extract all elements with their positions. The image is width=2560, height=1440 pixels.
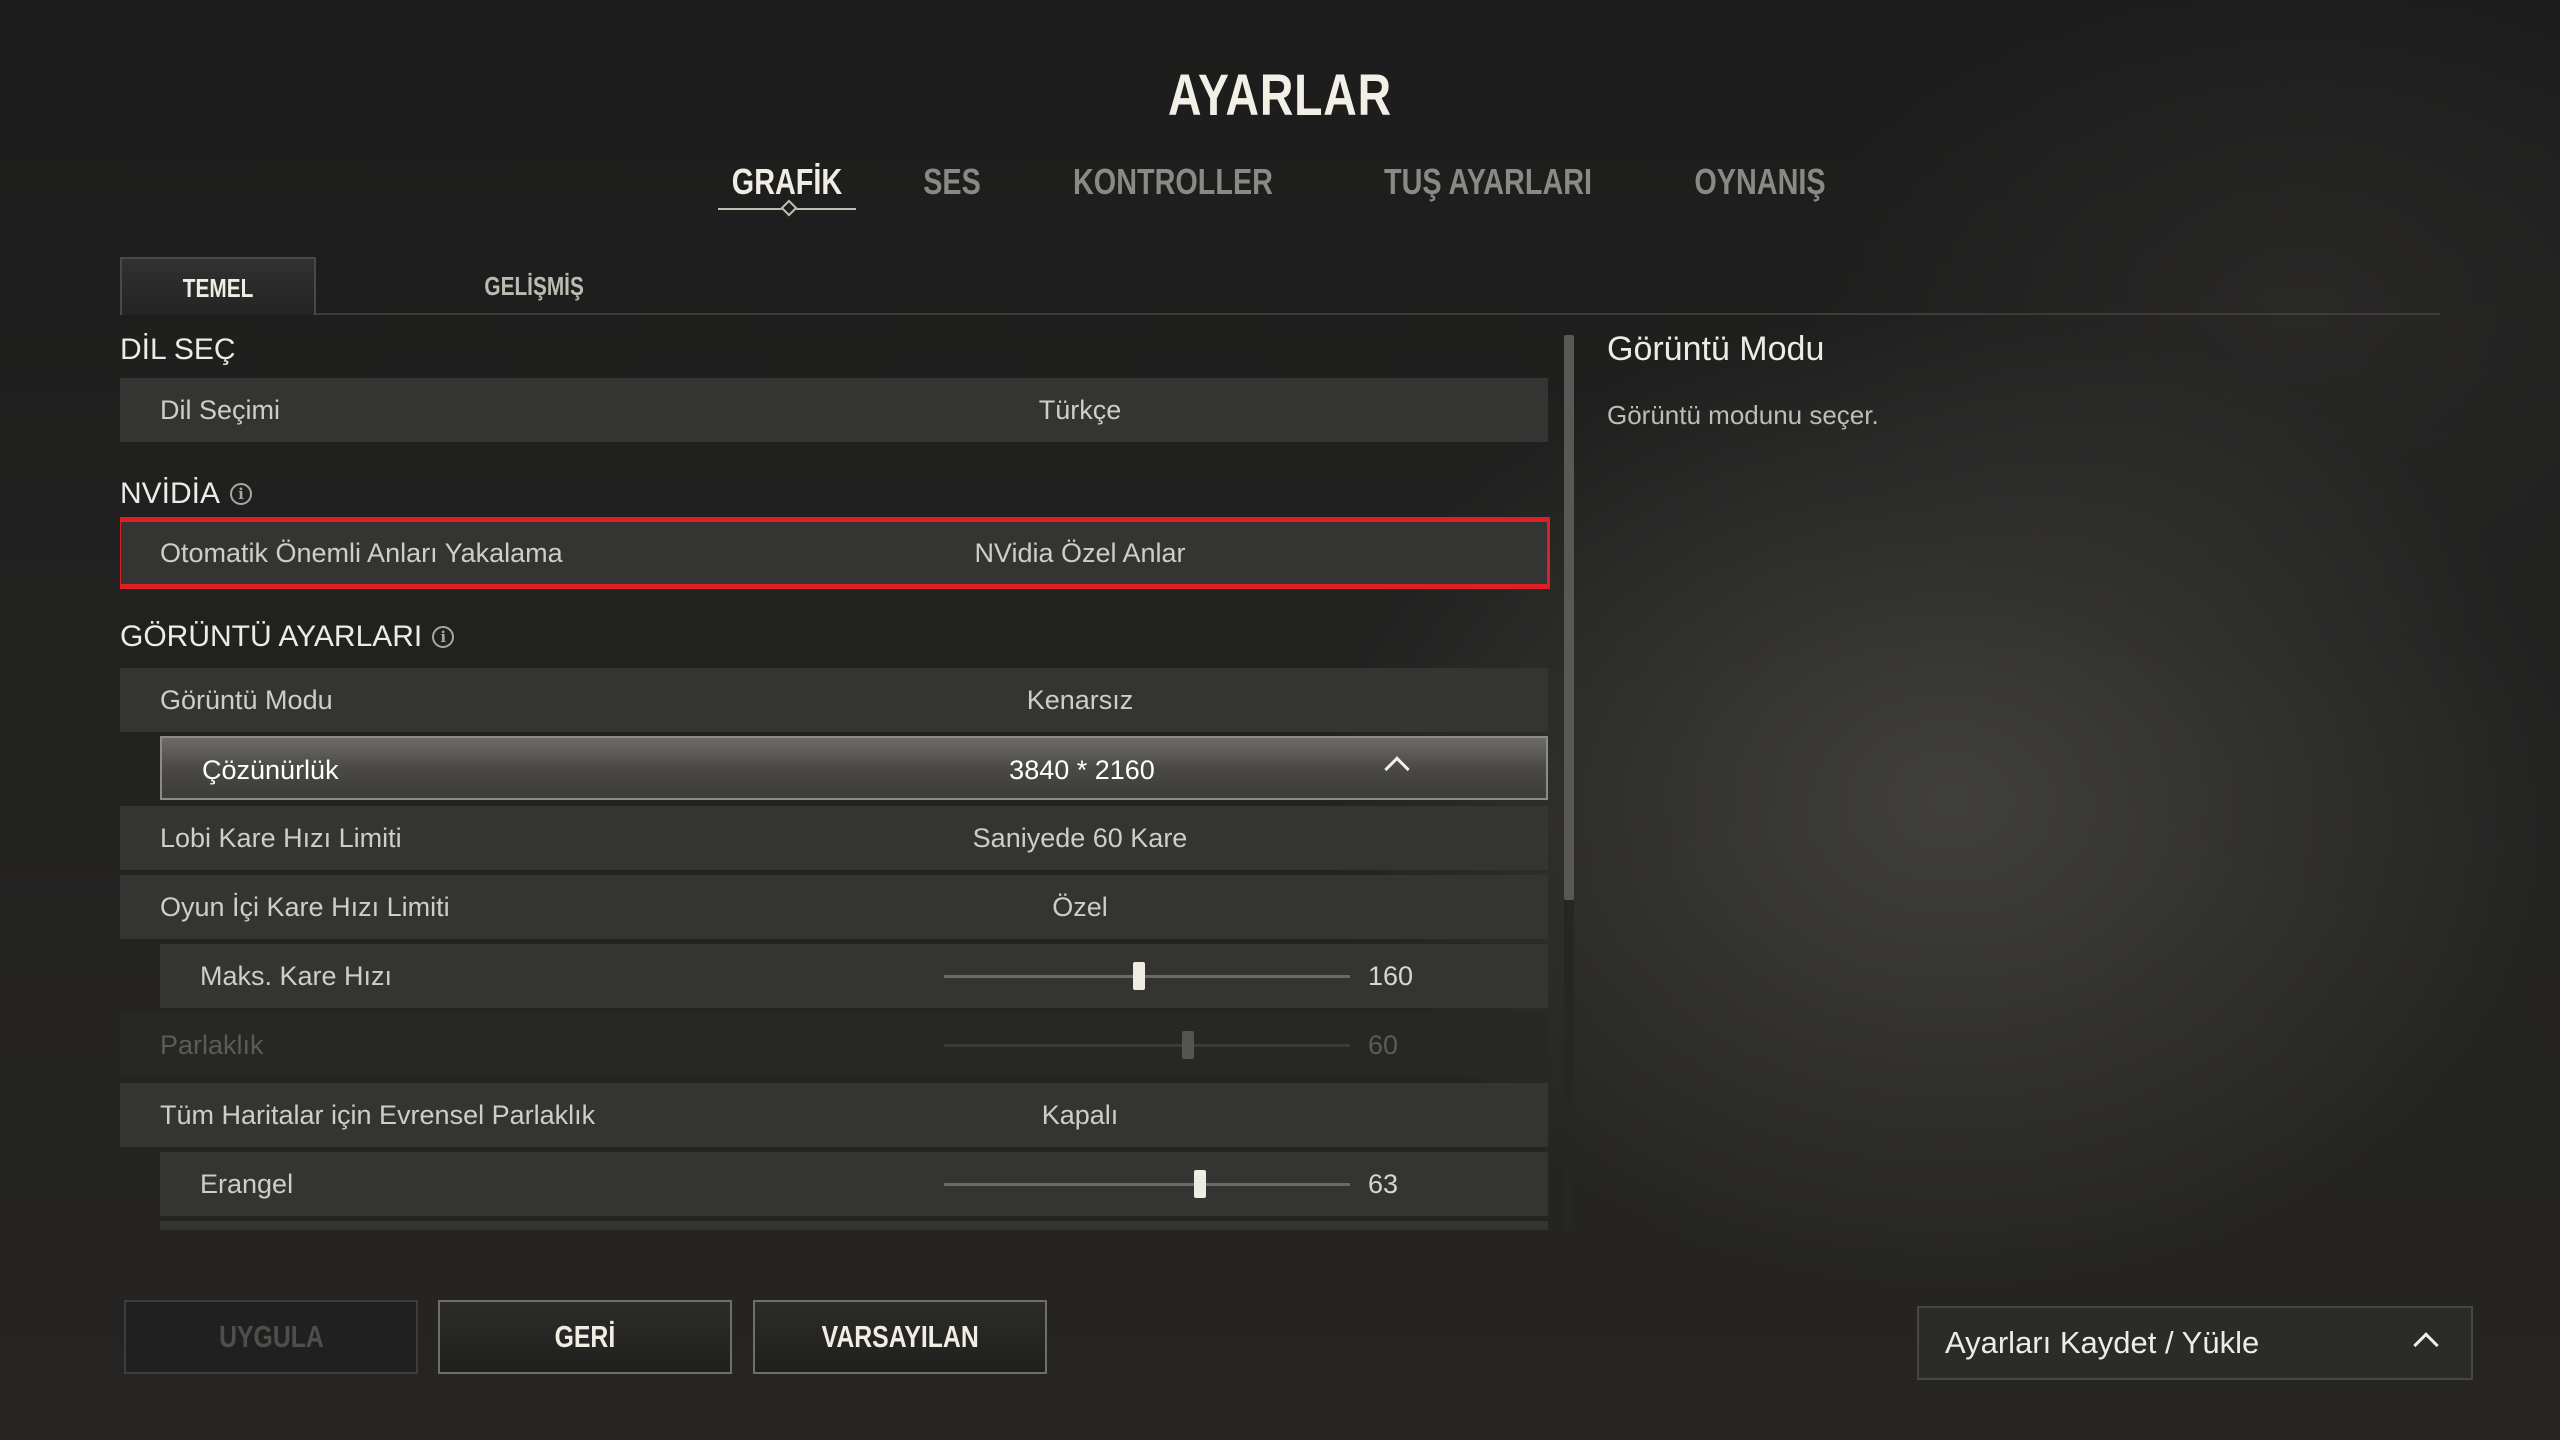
tab-oynanis[interactable]: OYNANIŞ xyxy=(1668,158,1852,214)
setting-value: Kapalı xyxy=(1041,1100,1119,1130)
settings-scrollbar[interactable] xyxy=(1564,335,1574,1230)
back-button[interactable]: GERİ xyxy=(438,1300,732,1374)
setting-value: Özel xyxy=(1052,892,1108,922)
slider-value: 63 xyxy=(1368,1169,1399,1199)
description-text: Görüntü modunu seçer. xyxy=(1607,400,1879,430)
setting-label: Dil Seçimi xyxy=(160,395,281,425)
setting-next-row-partial[interactable] xyxy=(160,1221,1548,1230)
slider-value: 160 xyxy=(1368,961,1414,991)
setting-value: Kenarsız xyxy=(1026,685,1134,715)
section-header-nvidia: NVİDİA i xyxy=(120,474,253,514)
tab-grafik[interactable]: GRAFİK xyxy=(708,158,866,214)
setting-label: Erangel xyxy=(200,1169,294,1199)
setting-label: Lobi Kare Hızı Limiti xyxy=(160,823,402,853)
subtab-temel[interactable]: TEMEL xyxy=(120,257,316,315)
setting-value: Türkçe xyxy=(1038,395,1122,425)
save-load-settings-button[interactable]: Ayarları Kaydet / Yükle xyxy=(1917,1306,2473,1380)
setting-display-mode[interactable]: Görüntü Modu Kenarsız xyxy=(120,668,1548,732)
tab-ses[interactable]: SES xyxy=(906,158,998,214)
slider-thumb xyxy=(1181,1031,1194,1059)
tab-kontroller[interactable]: KONTROLLER xyxy=(1038,158,1308,214)
setting-label: Parlaklık xyxy=(160,1030,264,1060)
setting-label: Tüm Haritalar için Evrensel Parlaklık xyxy=(160,1100,596,1130)
setting-erangel-brightness[interactable]: Erangel 63 xyxy=(160,1152,1548,1216)
setting-language-select[interactable]: Dil Seçimi Türkçe xyxy=(120,378,1548,442)
setting-value: 3840 * 2160 xyxy=(1009,755,1155,785)
sub-tabs: TEMEL GELİŞMİŞ xyxy=(120,257,2440,315)
setting-resolution-dropdown[interactable]: Çözünürlük 3840 * 2160 xyxy=(160,736,1548,800)
slider-thumb[interactable] xyxy=(1132,962,1145,990)
brightness-slider xyxy=(944,1031,1350,1059)
erangel-slider[interactable] xyxy=(944,1170,1350,1198)
setting-label: Otomatik Önemli Anları Yakalama xyxy=(160,538,563,568)
setting-label: Maks. Kare Hızı xyxy=(200,961,393,991)
slider-thumb[interactable] xyxy=(1193,1170,1206,1198)
setting-auto-highlights[interactable]: Otomatik Önemli Anları Yakalama NVidia Ö… xyxy=(120,517,1550,589)
info-icon[interactable]: i xyxy=(432,626,455,648)
slider-value: 60 xyxy=(1368,1030,1399,1060)
settings-panel: DİL SEÇ Dil Seçimi Türkçe NVİDİA i Otoma… xyxy=(120,330,1550,1230)
subtab-gelismis[interactable]: GELİŞMİŞ xyxy=(414,257,654,315)
chevron-up-icon xyxy=(1384,756,1410,782)
setting-brightness: Parlaklık 60 xyxy=(120,1013,1548,1077)
setting-lobby-fps-limit[interactable]: Lobi Kare Hızı Limiti Saniyede 60 Kare xyxy=(120,806,1548,870)
setting-max-fps[interactable]: Maks. Kare Hızı 160 xyxy=(160,944,1548,1008)
max-fps-slider[interactable] xyxy=(944,962,1350,990)
setting-label: Oyun İçi Kare Hızı Limiti xyxy=(160,892,450,922)
section-header-language: DİL SEÇ xyxy=(120,333,236,366)
scrollbar-thumb[interactable] xyxy=(1564,335,1574,900)
info-icon[interactable]: i xyxy=(230,483,253,505)
setting-universal-brightness[interactable]: Tüm Haritalar için Evrensel Parlaklık Ka… xyxy=(120,1083,1548,1147)
description-title: Görüntü Modu xyxy=(1607,330,1825,368)
tab-tus-ayarlari[interactable]: TUŞ AYARLARI xyxy=(1348,158,1628,214)
setting-ingame-fps-limit[interactable]: Oyun İçi Kare Hızı Limiti Özel xyxy=(120,875,1548,939)
setting-value: NVidia Özel Anlar xyxy=(974,538,1186,568)
section-header-display: GÖRÜNTÜ AYARLARI i xyxy=(120,617,455,657)
default-button[interactable]: VARSAYILAN xyxy=(753,1300,1047,1374)
chevron-up-icon xyxy=(2413,1332,2439,1358)
setting-label: Görüntü Modu xyxy=(160,685,333,715)
save-load-label: Ayarları Kaydet / Yükle xyxy=(1945,1325,2260,1360)
top-tabs: GRAFİK SES KONTROLLER TUŞ AYARLARI OYNAN… xyxy=(0,158,2560,218)
setting-label: Çözünürlük xyxy=(202,755,339,785)
page-title: AYARLAR xyxy=(1168,63,1392,128)
setting-value: Saniyede 60 Kare xyxy=(972,823,1188,853)
apply-button[interactable]: UYGULA xyxy=(124,1300,418,1374)
